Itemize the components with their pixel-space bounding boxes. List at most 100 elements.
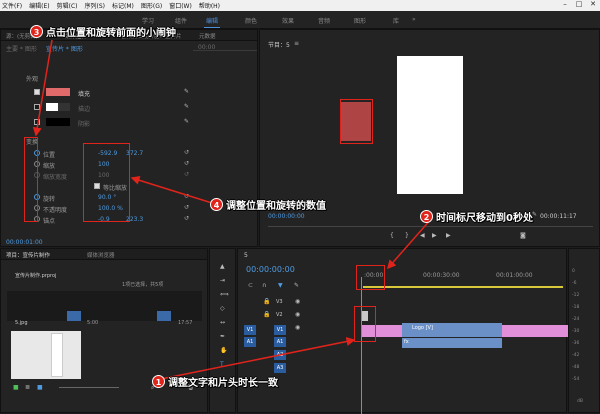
- workspace-color[interactable]: 颜色: [245, 16, 257, 25]
- reset-icon[interactable]: ↺: [184, 160, 189, 167]
- program-scrubber[interactable]: [268, 226, 593, 227]
- eyedropper-icon[interactable]: ✎: [184, 88, 189, 95]
- panel-menu-icon[interactable]: ≡: [294, 40, 299, 47]
- marker-icon[interactable]: ▼: [278, 282, 283, 289]
- tab-metadata[interactable]: 元数据: [199, 32, 216, 40]
- track-target-a1[interactable]: A1: [274, 337, 286, 347]
- track-eye-icon[interactable]: ◉: [295, 324, 300, 331]
- pen-tool-icon[interactable]: ✒: [220, 333, 225, 340]
- workspace-effects[interactable]: 效果: [282, 16, 294, 25]
- meter-label: -54: [572, 377, 580, 382]
- workspace-editing[interactable]: 编辑: [206, 16, 218, 25]
- reset-icon[interactable]: ↺: [184, 171, 189, 178]
- timeline-wrench-icon[interactable]: ✎: [294, 282, 299, 289]
- play-icon[interactable]: ▶: [432, 232, 437, 239]
- lock-icon[interactable]: ■: [13, 384, 19, 391]
- meter-label: -48: [572, 365, 580, 370]
- menu-file[interactable]: 文件(F): [2, 1, 22, 10]
- tab-media-browser[interactable]: 媒体浏览器: [87, 251, 115, 259]
- close-icon[interactable]: ✕: [586, 0, 600, 11]
- shadow-color-swatch[interactable]: [46, 118, 70, 126]
- reset-icon[interactable]: ↺: [184, 204, 189, 211]
- stroke-color-swatch[interactable]: [46, 103, 70, 111]
- mini-timeline-divider: [193, 50, 257, 51]
- menu-bar: 文件(F) 编辑(E) 剪辑(C) 序列(S) 标记(M) 图形(G) 窗口(W…: [0, 0, 600, 11]
- program-monitor-title: 节目：5: [268, 42, 290, 49]
- track-label-v2[interactable]: V2: [276, 312, 283, 318]
- reset-icon[interactable]: ↺: [184, 193, 189, 200]
- program-video-frame[interactable]: [397, 56, 463, 194]
- menu-edit[interactable]: 编辑(E): [29, 1, 49, 10]
- workspace-assembly[interactable]: 组件: [175, 16, 187, 25]
- step-forward-icon[interactable]: ▶: [446, 232, 451, 239]
- track-target-v1[interactable]: V1: [274, 325, 286, 335]
- eyedropper-icon[interactable]: ✎: [184, 118, 189, 125]
- reset-icon[interactable]: ↺: [184, 149, 189, 156]
- mark-out-icon[interactable]: }: [405, 232, 409, 239]
- menu-sequence[interactable]: 序列(S): [85, 1, 106, 10]
- hand-tool-icon[interactable]: ✋: [220, 347, 227, 354]
- maximize-icon[interactable]: □: [572, 0, 586, 11]
- media-thumbnail[interactable]: [67, 311, 81, 321]
- track-eye-icon[interactable]: ◉: [295, 298, 300, 305]
- workspace-audio[interactable]: 音频: [318, 16, 330, 25]
- camera-icon[interactable]: ◙: [520, 232, 526, 239]
- minimize-icon[interactable]: –: [558, 0, 572, 11]
- list-view-icon[interactable]: ≣: [25, 384, 30, 391]
- track-target-a3[interactable]: A3: [274, 363, 286, 373]
- selection-tool-icon[interactable]: ▲: [220, 263, 225, 270]
- menu-clip[interactable]: 剪辑(C): [57, 1, 78, 10]
- media-thumbnail[interactable]: [157, 311, 171, 321]
- track-target-a2[interactable]: A2: [274, 350, 286, 360]
- zoom-slider[interactable]: [59, 387, 119, 388]
- track-lock-icon[interactable]: 🔒: [263, 311, 270, 318]
- shadow-checkbox[interactable]: [34, 119, 40, 125]
- audio-clip-a1[interactable]: fx: [402, 338, 502, 348]
- source-patch-v1[interactable]: V1: [244, 325, 256, 335]
- item-duration: 5:00: [87, 320, 99, 326]
- menu-graphics[interactable]: 图形(G): [141, 1, 162, 10]
- meter-label: -6: [572, 281, 577, 286]
- logo-clip[interactable]: Logo [V]: [402, 323, 502, 337]
- icon-view-icon[interactable]: ■: [37, 384, 43, 391]
- playhead[interactable]: [361, 277, 362, 414]
- reset-icon[interactable]: ↺: [184, 215, 189, 222]
- menu-window[interactable]: 窗口(W): [169, 1, 192, 10]
- eyedropper-icon[interactable]: ✎: [184, 103, 189, 110]
- mark-in-icon[interactable]: {: [390, 232, 394, 239]
- project-file-name: 宣传片制作.prproj: [15, 273, 57, 279]
- track-eye-icon[interactable]: ◉: [295, 311, 300, 318]
- workspace-libraries[interactable]: 库: [393, 16, 399, 25]
- track-label-v3[interactable]: V3: [276, 299, 283, 305]
- fill-checkbox[interactable]: [34, 89, 40, 95]
- program-timecode[interactable]: 00:00:00:00: [268, 213, 305, 220]
- fill-color-swatch[interactable]: [46, 88, 70, 96]
- type-tool-icon[interactable]: T: [220, 361, 224, 368]
- source-patch-a1[interactable]: A1: [244, 337, 256, 347]
- program-duration: 00:00:11:17: [540, 213, 577, 220]
- clip-path-label: 主要 * 图形: [6, 46, 37, 53]
- track-select-tool-icon[interactable]: ⇥: [220, 277, 225, 284]
- timeline-timecode[interactable]: 00:00:00:00: [246, 265, 295, 274]
- media-preview-thumbnail[interactable]: [11, 331, 81, 379]
- annotation-text: 点击位置和旋转前面的小闹钟: [46, 28, 176, 39]
- effect-controls-timecode[interactable]: 00:00:01:00: [6, 239, 43, 246]
- annotation-4: 4 调整位置和旋转的数值: [210, 197, 326, 212]
- tab-project[interactable]: 项目：宣传片制作: [6, 251, 50, 259]
- workspace-more-icon[interactable]: »: [412, 16, 416, 23]
- annotation-number: 3: [30, 25, 43, 38]
- ripple-edit-tool-icon[interactable]: ⟺: [220, 291, 229, 298]
- step-back-icon[interactable]: ◀: [420, 232, 425, 239]
- workspace-graphics[interactable]: 图形: [354, 16, 366, 25]
- stroke-checkbox[interactable]: [34, 104, 40, 110]
- timeline-tab[interactable]: 5: [244, 252, 248, 259]
- linked-selection-icon[interactable]: ∩: [262, 282, 266, 289]
- menu-marker[interactable]: 标记(M): [112, 1, 134, 10]
- work-area-bar[interactable]: [363, 286, 563, 288]
- track-lock-icon[interactable]: 🔒: [263, 298, 270, 305]
- snap-icon[interactable]: ⊂: [248, 282, 253, 289]
- sequence-dropdown[interactable]: 宣传片 * 图形: [46, 44, 83, 53]
- slip-tool-icon[interactable]: ↔: [220, 319, 225, 326]
- razor-tool-icon[interactable]: ◇: [220, 305, 225, 312]
- menu-help[interactable]: 帮助(H): [199, 1, 220, 10]
